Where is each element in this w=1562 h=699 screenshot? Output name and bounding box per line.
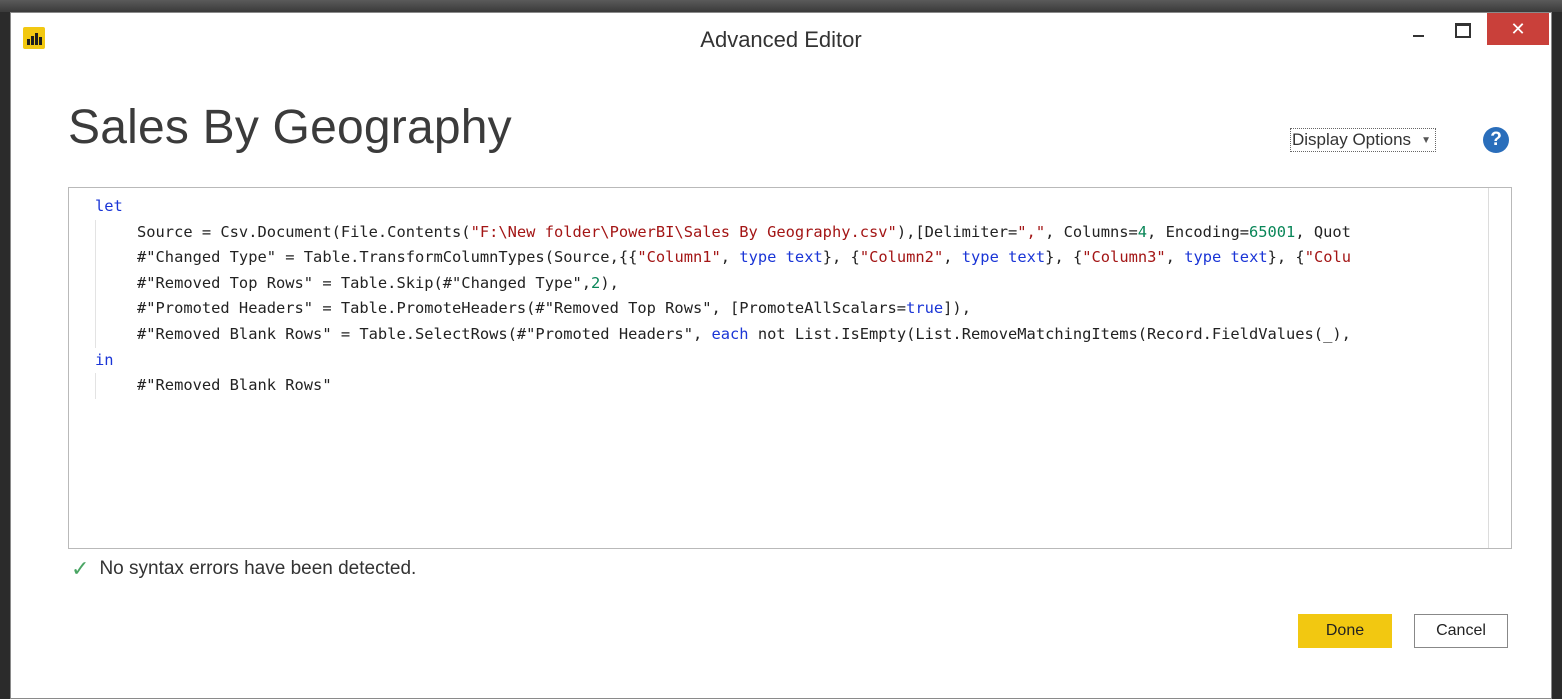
code-token: Source = Csv.Document(File.Contents( [137, 222, 471, 241]
code-editor[interactable]: let Source = Csv.Document(File.Contents("… [68, 187, 1512, 549]
indent-guide [95, 373, 137, 399]
code-token: }, { [1045, 248, 1083, 267]
code-token: , Columns= [1045, 222, 1138, 241]
title-bar[interactable]: Advanced Editor ✕ [11, 13, 1551, 63]
maximize-button[interactable] [1441, 13, 1485, 47]
code-token: "Colu [1304, 248, 1352, 267]
code-token: "Column1" [637, 248, 721, 267]
code-token: 65001 [1248, 222, 1296, 241]
indent-guide [95, 321, 137, 348]
code-line: let [95, 194, 1351, 220]
help-icon[interactable]: ? [1483, 127, 1509, 153]
vertical-scrollbar[interactable] [1488, 188, 1511, 548]
code-line: in [95, 348, 1351, 374]
code-token: }, { [1267, 248, 1305, 267]
code-token: ]), [943, 299, 971, 318]
display-options-dropdown[interactable]: Display Options ▼ [1290, 128, 1436, 152]
code-token: 4 [1137, 222, 1148, 241]
minimize-icon [1412, 35, 1424, 37]
desktop-background-strip [0, 0, 1562, 12]
code-token: ),[Delimiter= [896, 222, 1018, 241]
code-token: in [95, 350, 114, 369]
code-line: #"Changed Type" = Table.TransformColumnT… [95, 245, 1351, 271]
code-token: type text [1184, 248, 1268, 267]
code-line: #"Removed Top Rows" = Table.Skip(#"Chang… [95, 270, 1351, 297]
code-token: , [943, 248, 962, 267]
code-token: #"Removed Blank Rows" [137, 376, 332, 395]
code-line: #"Removed Blank Rows" = Table.SelectRows… [95, 321, 1351, 348]
window-title: Advanced Editor [700, 27, 862, 52]
code-line: Source = Csv.Document(File.Contents("F:\… [95, 219, 1351, 246]
indent-guide [95, 219, 137, 246]
code-token: #"Removed Top Rows" = Table.Skip(#"Chang… [137, 273, 592, 292]
indent-guide [95, 296, 137, 322]
display-options-label: Display Options [1292, 130, 1412, 149]
indent-guide [95, 270, 137, 297]
syntax-status: ✓ No syntax errors have been detected. [71, 556, 416, 582]
code-token: "Column2" [859, 248, 944, 267]
code-token: not List.IsEmpty(List.RemoveMatchingItem… [748, 324, 1351, 343]
status-message: No syntax errors have been detected. [99, 558, 417, 579]
done-button[interactable]: Done [1298, 614, 1392, 648]
close-icon: ✕ [1510, 18, 1526, 39]
maximize-icon [1455, 22, 1471, 38]
code-token: , [1165, 248, 1185, 267]
code-token: let [95, 197, 123, 215]
advanced-editor-dialog: Advanced Editor ✕ Sales By Geography Dis… [10, 12, 1552, 699]
code-token: 2 [591, 273, 601, 292]
code-token: type text [961, 248, 1046, 267]
code-token: , [720, 248, 740, 267]
code-token: #"Promoted Headers" = Table.PromoteHeade… [137, 299, 907, 318]
code-token: }, { [822, 248, 860, 267]
indent-guide [95, 245, 137, 271]
code-token: "F:\New folder\PowerBI\Sales By Geograph… [470, 222, 897, 241]
code-content[interactable]: let Source = Csv.Document(File.Contents("… [95, 194, 1351, 399]
code-token: , Quot [1295, 222, 1351, 241]
chevron-down-icon: ▼ [1421, 134, 1431, 146]
code-token: "Column3" [1082, 248, 1166, 267]
query-title: Sales By Geography [68, 101, 512, 154]
code-token: #"Changed Type" = Table.TransformColumnT… [137, 248, 638, 267]
code-token: , Encoding= [1147, 222, 1249, 241]
close-button[interactable]: ✕ [1487, 13, 1549, 45]
code-token: ), [600, 273, 619, 292]
code-line: #"Promoted Headers" = Table.PromoteHeade… [95, 296, 1351, 322]
code-token: each [711, 324, 749, 343]
code-token: #"Removed Blank Rows" = Table.SelectRows… [137, 324, 712, 343]
minimize-button[interactable] [1396, 13, 1440, 47]
code-line: #"Removed Blank Rows" [95, 373, 1351, 399]
code-token: type text [739, 248, 823, 267]
checkmark-icon: ✓ [71, 556, 90, 581]
code-token: "," [1017, 222, 1046, 241]
code-token: true [906, 299, 944, 318]
cancel-button[interactable]: Cancel [1414, 614, 1508, 648]
